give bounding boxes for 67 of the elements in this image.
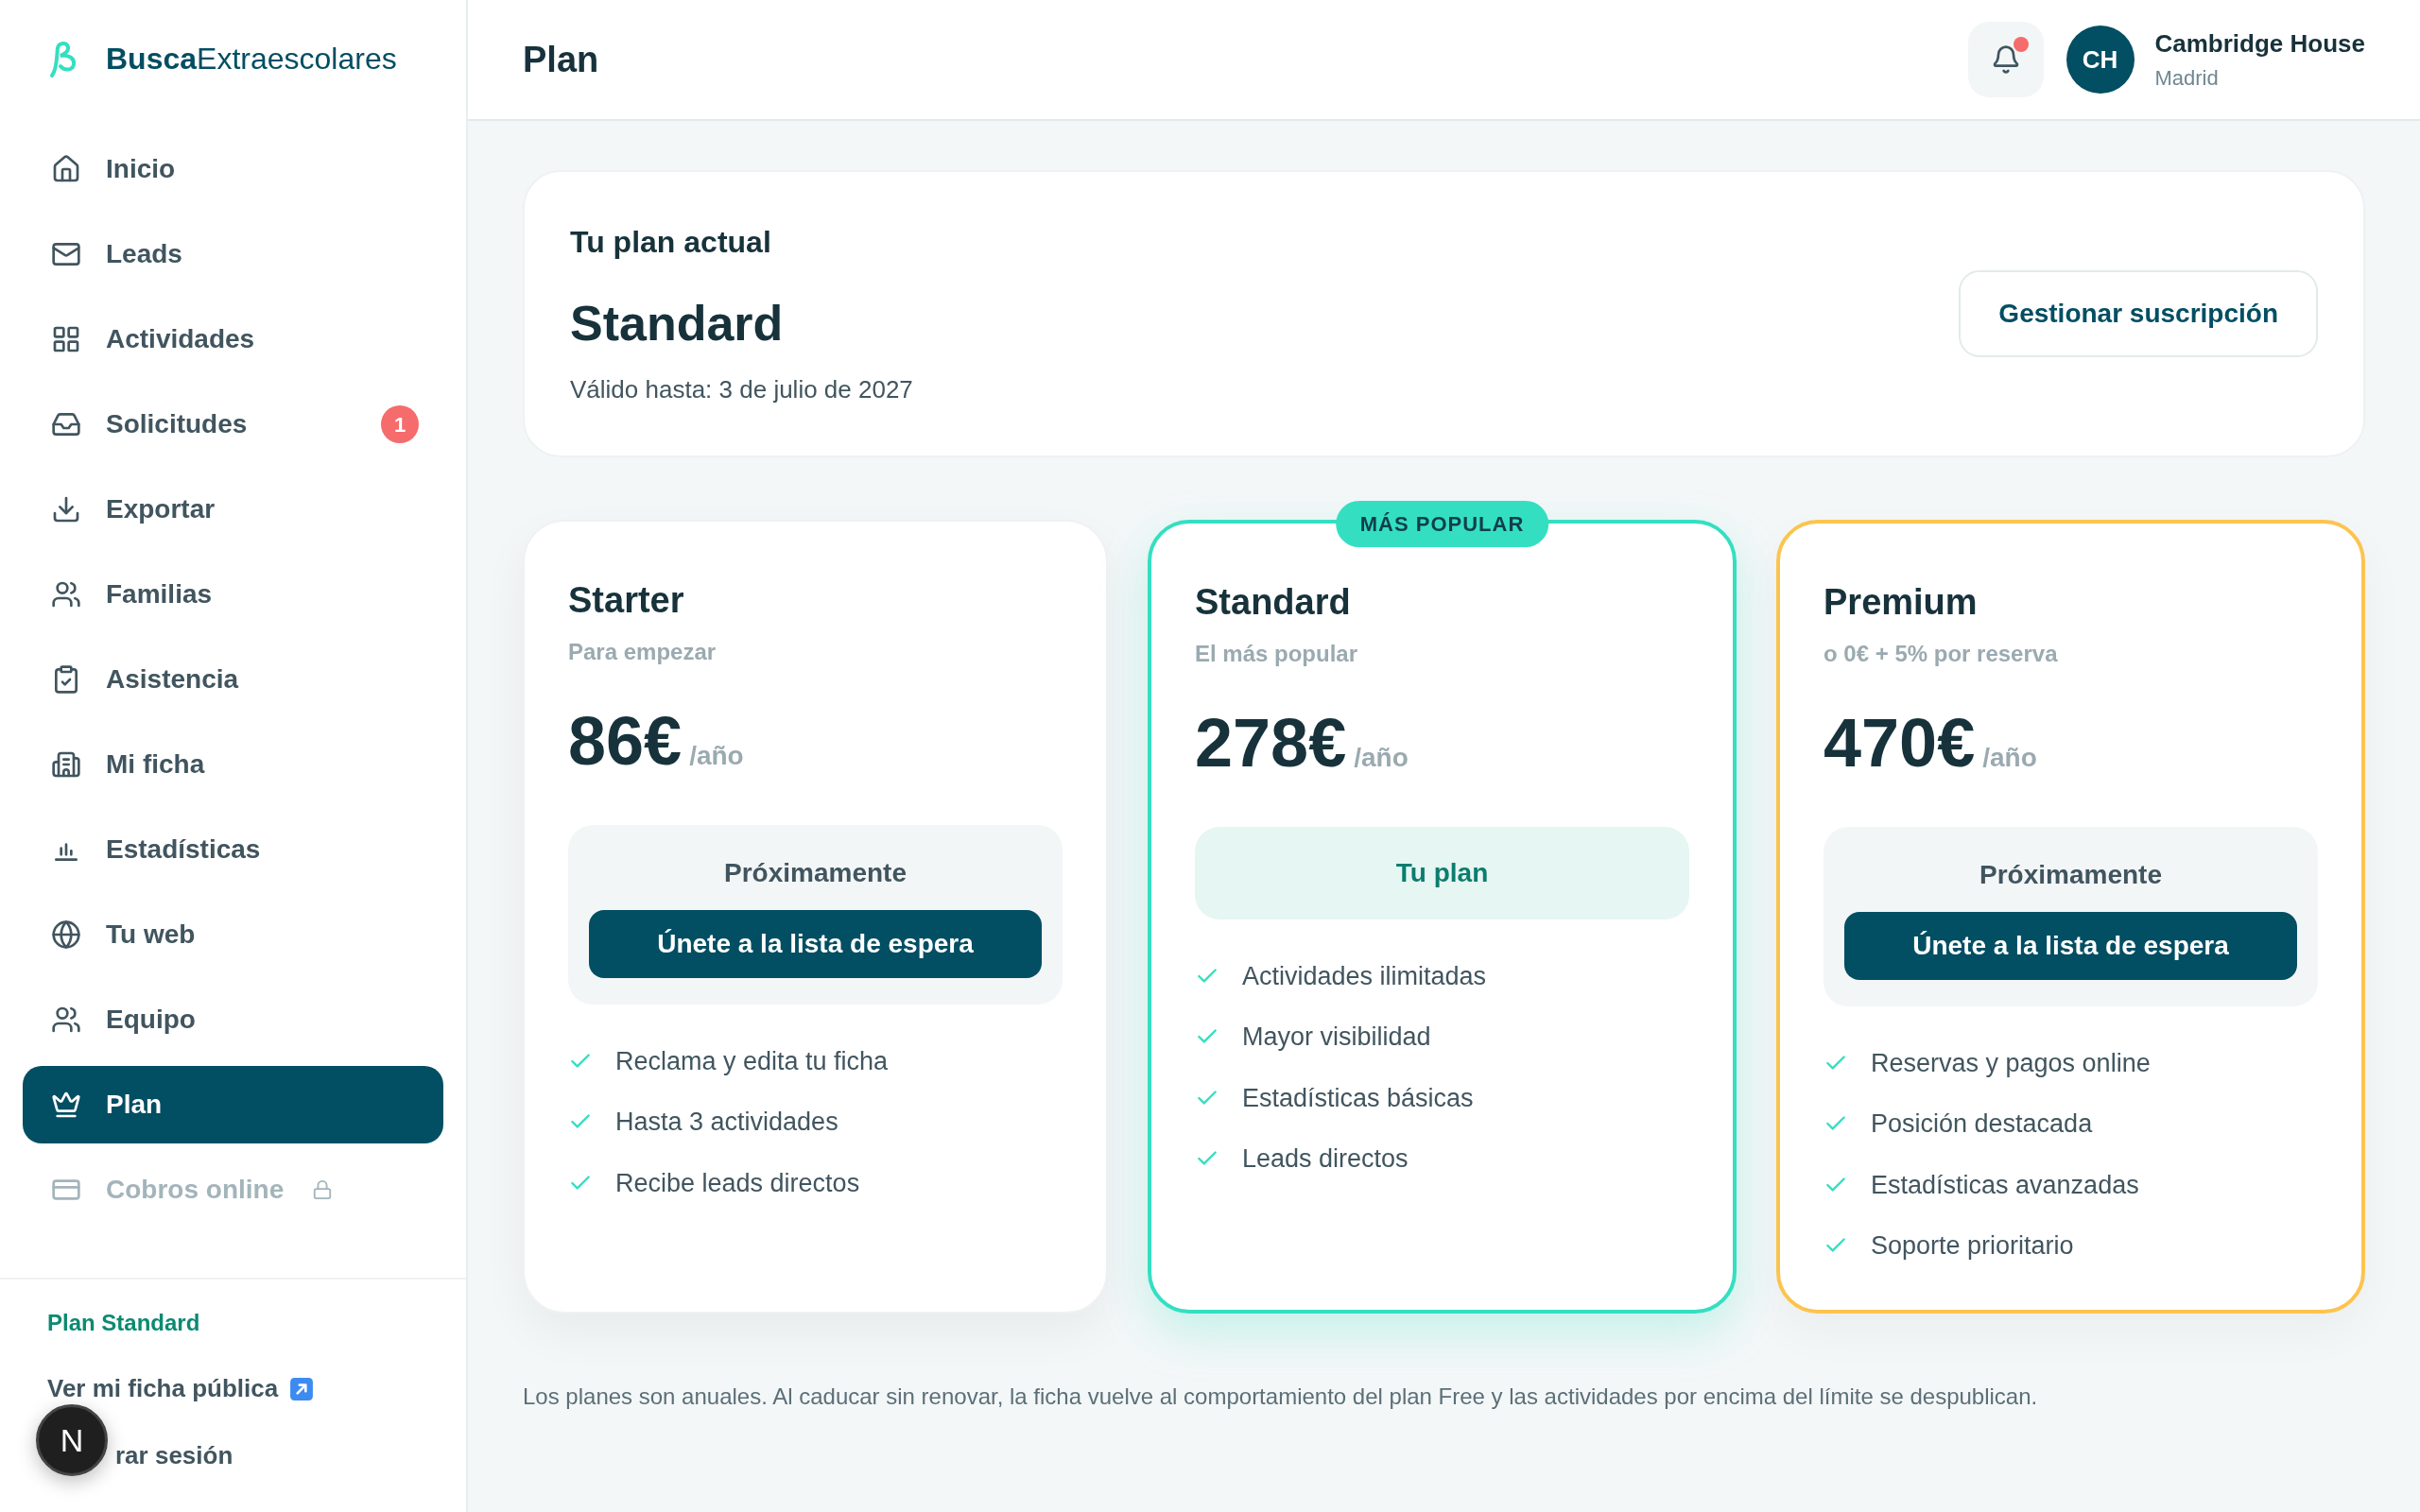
section-heading: Tu plan actual bbox=[570, 224, 772, 261]
plan-name: Starter bbox=[568, 579, 685, 622]
sidebar-item[interactable]: Asistencia bbox=[23, 641, 443, 718]
coming-soon-label: Próximamente bbox=[1979, 858, 2162, 891]
feature-text: Soporte prioritario bbox=[1871, 1230, 2074, 1262]
people-icon bbox=[51, 579, 81, 610]
manage-subscription-button[interactable]: Gestionar suscripción bbox=[1959, 270, 2318, 357]
waitlist-button[interactable]: Únete a la lista de espera bbox=[589, 909, 1042, 978]
download-icon bbox=[51, 494, 81, 524]
sidebar-item[interactable]: Solicitudes 1 bbox=[23, 386, 443, 463]
feature-text: Estadísticas avanzadas bbox=[1871, 1169, 2139, 1201]
count-badge: 1 bbox=[381, 405, 419, 443]
building-icon bbox=[51, 749, 81, 780]
public-profile-link[interactable]: Ver mi ficha pública bbox=[47, 1370, 466, 1407]
plan-subtitle: El más popular bbox=[1195, 639, 1359, 668]
plan-price: 470€ bbox=[1824, 708, 1976, 777]
user-location: Madrid bbox=[2154, 65, 2220, 92]
crown-icon bbox=[51, 1090, 81, 1120]
plan-price: 278€ bbox=[1195, 708, 1347, 777]
sidebar-item[interactable]: Exportar bbox=[23, 471, 443, 548]
plan-name: Premium bbox=[1824, 581, 1979, 624]
plan-label: Plan Standard bbox=[47, 1309, 201, 1337]
people-icon bbox=[51, 1005, 81, 1035]
plan-name: Standard bbox=[1195, 581, 1352, 624]
user-name: Cambridge House bbox=[2154, 28, 2365, 60]
external-link-icon bbox=[289, 1376, 315, 1401]
coming-soon-label: Próximamente bbox=[724, 856, 907, 889]
logout-link[interactable]: rar sesión bbox=[115, 1437, 233, 1474]
plan-subtitle: o 0€ + 5% por reserva bbox=[1824, 639, 2059, 668]
dev-indicator-button[interactable]: N bbox=[36, 1404, 108, 1476]
notifications-button[interactable] bbox=[1967, 22, 2044, 97]
current-plan-label: Tu plan bbox=[1195, 826, 1689, 919]
price-period: /año bbox=[1982, 741, 2037, 774]
sidebar-item[interactable]: Inicio bbox=[23, 130, 443, 208]
feature-text: Recibe leads directos bbox=[615, 1167, 860, 1199]
sidebar-item[interactable]: Plan bbox=[23, 1066, 443, 1143]
price-period: /año bbox=[689, 739, 744, 772]
sidebar-item[interactable]: Estadísticas bbox=[23, 811, 443, 888]
page-title: Plan bbox=[523, 38, 599, 81]
sidebar-item[interactable]: Tu web bbox=[23, 896, 443, 973]
globe-icon bbox=[51, 919, 81, 950]
grid-icon bbox=[51, 324, 81, 354]
brand-name[interactable]: BuscaExtraescolares bbox=[106, 36, 397, 81]
user-avatar[interactable]: CH bbox=[2066, 26, 2135, 94]
sidebar-item[interactable]: Leads bbox=[23, 215, 443, 293]
feature-text: Leads directos bbox=[1242, 1143, 1409, 1175]
plan-price: 86€ bbox=[568, 706, 683, 775]
feature-text: Mayor visibilidad bbox=[1242, 1022, 1431, 1053]
feature-text: Estadísticas básicas bbox=[1242, 1082, 1474, 1114]
popular-badge: MÁS POPULAR bbox=[1335, 501, 1549, 547]
feature-text: Reservas y pagos online bbox=[1871, 1047, 2151, 1079]
feature-text: Posición destacada bbox=[1871, 1108, 2093, 1140]
sidebar-item[interactable]: Mi ficha bbox=[23, 726, 443, 803]
feature-text: Reclama y edita tu ficha bbox=[615, 1045, 889, 1077]
lock-icon bbox=[312, 1179, 334, 1200]
waitlist-button[interactable]: Únete a la lista de espera bbox=[1844, 911, 2297, 980]
feature-text: Actividades ilimitadas bbox=[1242, 960, 1487, 992]
plan-subtitle: Para empezar bbox=[568, 637, 717, 666]
home-icon bbox=[51, 154, 81, 184]
price-period: /año bbox=[1354, 741, 1409, 774]
feature-text: Hasta 3 actividades bbox=[615, 1107, 838, 1138]
plans-note: Los planes son anuales. Al caducar sin renovar, la ficha vuelve al comportamiento del plan Free y las actividades por encima del límite se despublican. bbox=[523, 1383, 2039, 1411]
sidebar-item[interactable]: Familias bbox=[23, 556, 443, 633]
sidebar-item[interactable]: Actividades bbox=[23, 301, 443, 378]
valid-until-text: Válido hasta: 3 de julio de 2027 bbox=[570, 374, 913, 405]
current-plan-name: Standard bbox=[570, 295, 785, 352]
sidebar-item[interactable]: Equipo bbox=[23, 981, 443, 1058]
